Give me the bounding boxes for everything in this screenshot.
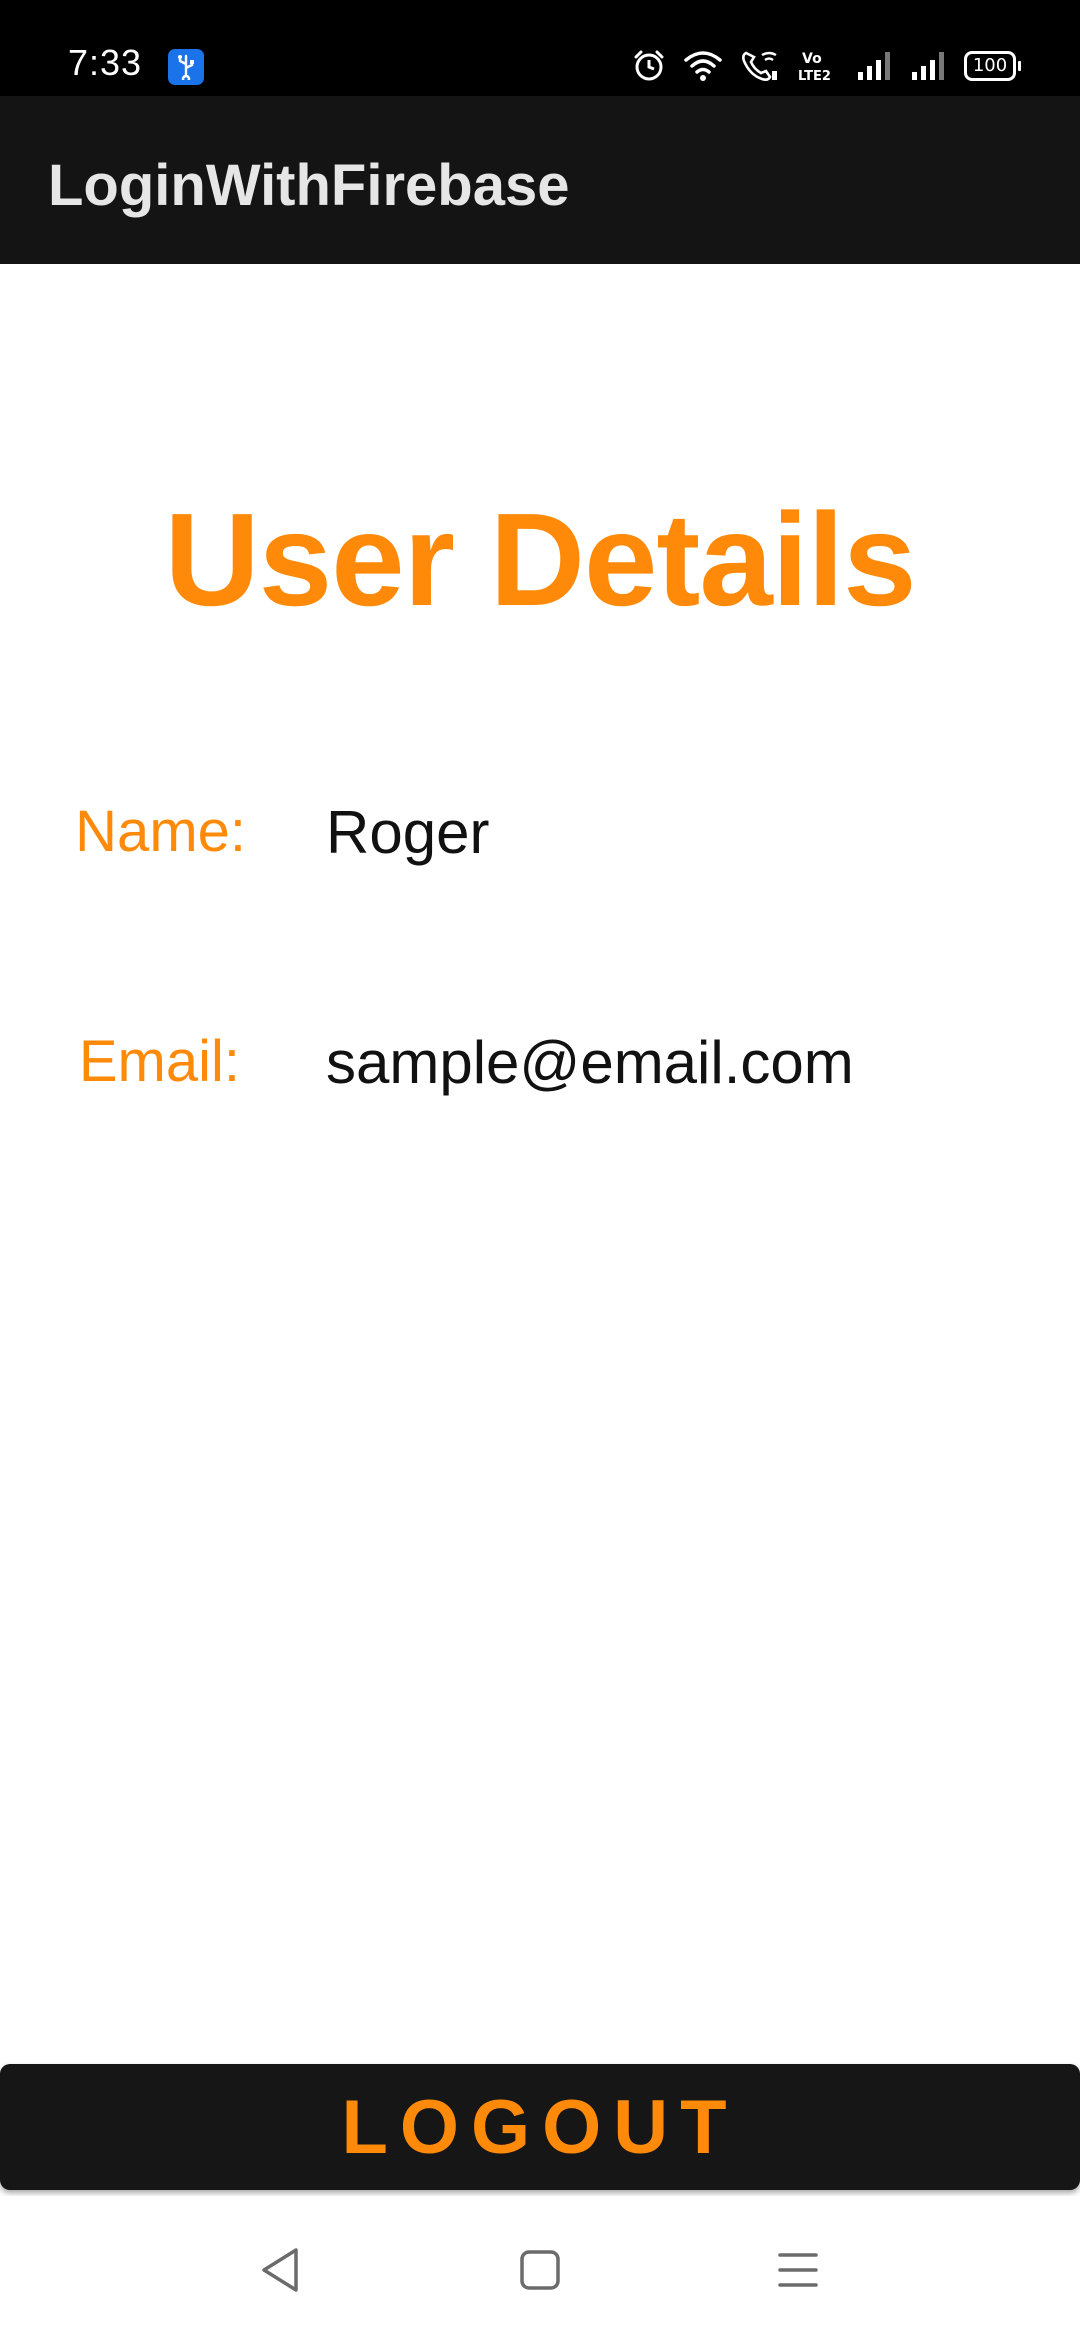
battery-icon: 100 — [964, 51, 1021, 81]
status-icons: Vo LTE2 100 — [632, 46, 1021, 86]
recents-button[interactable] — [768, 2240, 828, 2300]
svg-text:LTE2: LTE2 — [798, 69, 831, 83]
email-label: Email: — [78, 1029, 240, 1094]
alarm-icon — [634, 50, 664, 81]
wifi-calling-icon — [742, 51, 777, 81]
email-value: sample@email.com — [326, 1029, 854, 1096]
status-bar: 7:33 Vo LTE2 100 — [0, 0, 1080, 96]
app-bar: LoginWithFirebase — [0, 96, 1080, 264]
volte-icon: Vo LTE2 — [798, 51, 831, 83]
page-title: User Details — [164, 486, 916, 633]
name-label: Name: — [75, 799, 246, 864]
name-value: Roger — [326, 799, 490, 866]
signal-icon — [858, 52, 890, 80]
menu-icon — [778, 2253, 818, 2287]
back-button[interactable] — [250, 2240, 310, 2300]
home-button[interactable] — [510, 2240, 570, 2300]
logout-label: LOGOUT — [341, 2084, 739, 2170]
home-icon — [520, 2250, 560, 2290]
nav-bar — [0, 2196, 1080, 2340]
signal-icon — [912, 52, 944, 80]
app-title: LoginWithFirebase — [48, 153, 570, 218]
logout-button[interactable]: LOGOUT — [0, 2064, 1080, 2190]
back-icon — [262, 2248, 298, 2292]
wifi-icon — [684, 51, 722, 81]
svg-text:Vo: Vo — [802, 51, 822, 67]
usb-icon — [168, 49, 204, 85]
screen: 7:33 Vo LTE2 100 LoginWithFirebase User … — [0, 0, 1080, 2340]
status-time: 7:33 — [68, 42, 143, 83]
